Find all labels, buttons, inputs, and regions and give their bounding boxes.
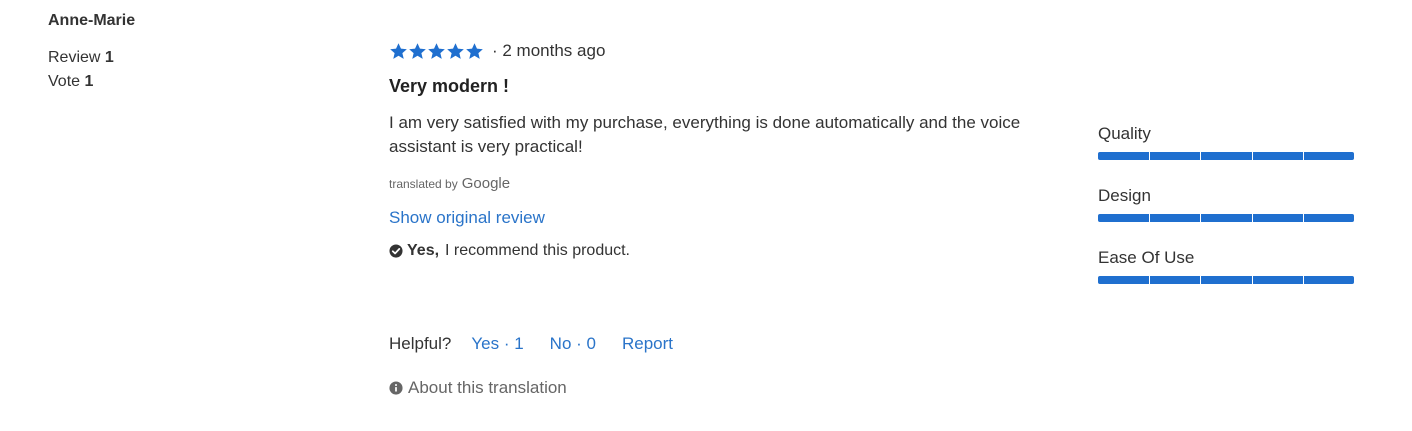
secondary-rating-bar xyxy=(1098,214,1354,222)
vote-count-row: Vote 1 xyxy=(48,70,114,94)
secondary-rating-segment-divider xyxy=(1251,152,1253,160)
secondary-rating-fill xyxy=(1098,152,1354,160)
helpful-no-button[interactable]: No · 0 xyxy=(550,334,596,354)
check-circle-icon xyxy=(389,244,403,258)
helpful-yes-button[interactable]: Yes · 1 xyxy=(471,334,523,354)
star-icon xyxy=(408,42,427,61)
secondary-rating-segment-divider xyxy=(1149,152,1151,160)
translated-by-label: translated by xyxy=(389,177,458,191)
about-translation-label: About this translation xyxy=(408,378,567,397)
review-count-value: 1 xyxy=(104,49,114,66)
vote-count-value: 1 xyxy=(84,73,94,90)
helpful-feedback: Helpful? Yes · 1 No · 0 Report xyxy=(389,334,673,354)
recommend-text: I recommend this product. xyxy=(445,242,630,259)
about-translation-link[interactable]: About this translation xyxy=(389,378,567,398)
translated-by-google: translated by Google xyxy=(389,175,1069,192)
reviewer-name[interactable]: Anne-Marie xyxy=(48,12,135,30)
secondary-rating-item: Design xyxy=(1098,186,1354,248)
rating-row: · 2 months ago xyxy=(389,38,1069,64)
secondary-rating-fill xyxy=(1098,214,1354,222)
secondary-rating-segment-divider xyxy=(1149,214,1151,222)
secondary-ratings: Quality Design Ease Of Use xyxy=(1098,124,1354,310)
secondary-rating-segment-divider xyxy=(1302,276,1304,284)
secondary-rating-label: Design xyxy=(1098,186,1151,205)
reviewer-stats: Review 1 Vote 1 xyxy=(48,46,114,94)
secondary-rating-segment-divider xyxy=(1200,152,1202,160)
secondary-rating-item: Ease Of Use xyxy=(1098,248,1354,310)
recommend-yes: Yes, xyxy=(407,242,440,259)
star-icon xyxy=(389,42,408,61)
secondary-rating-segment-divider xyxy=(1200,276,1202,284)
star-icon xyxy=(427,42,446,61)
info-icon xyxy=(389,381,403,395)
show-original-review-link[interactable]: Show original review xyxy=(389,208,545,228)
secondary-rating-segment-divider xyxy=(1200,214,1202,222)
secondary-rating-segment-divider xyxy=(1302,152,1304,160)
helpful-label: Helpful? xyxy=(389,334,452,353)
review-content: · 2 months ago Very modern ! I am very s… xyxy=(389,38,1069,260)
vote-count-label: Vote xyxy=(48,73,81,90)
report-button[interactable]: Report xyxy=(622,334,673,354)
secondary-rating-item: Quality xyxy=(1098,124,1354,186)
star-icon xyxy=(465,42,484,61)
secondary-rating-segment-divider xyxy=(1302,214,1304,222)
review-count-label: Review xyxy=(48,49,101,66)
secondary-rating-bar xyxy=(1098,276,1354,284)
review-count-row: Review 1 xyxy=(48,46,114,70)
review-body: I am very satisfied with my purchase, ev… xyxy=(389,113,1021,156)
secondary-rating-bar xyxy=(1098,152,1354,160)
secondary-rating-label: Quality xyxy=(1098,124,1151,143)
star-icon xyxy=(446,42,465,61)
review-card: Anne-Marie Review 1 Vote 1 · 2 months ag… xyxy=(0,0,1412,431)
google-logo-text: Google xyxy=(461,175,511,192)
secondary-rating-segment-divider xyxy=(1149,276,1151,284)
star-rating xyxy=(389,42,484,61)
secondary-rating-label: Ease Of Use xyxy=(1098,248,1195,267)
secondary-rating-segment-divider xyxy=(1251,276,1253,284)
secondary-rating-fill xyxy=(1098,276,1354,284)
review-date: · 2 months ago xyxy=(492,41,606,60)
secondary-rating-segment-divider xyxy=(1251,214,1253,222)
review-title: Very modern ! xyxy=(389,76,510,96)
recommendation: Yes, I recommend this product. xyxy=(389,242,1069,260)
